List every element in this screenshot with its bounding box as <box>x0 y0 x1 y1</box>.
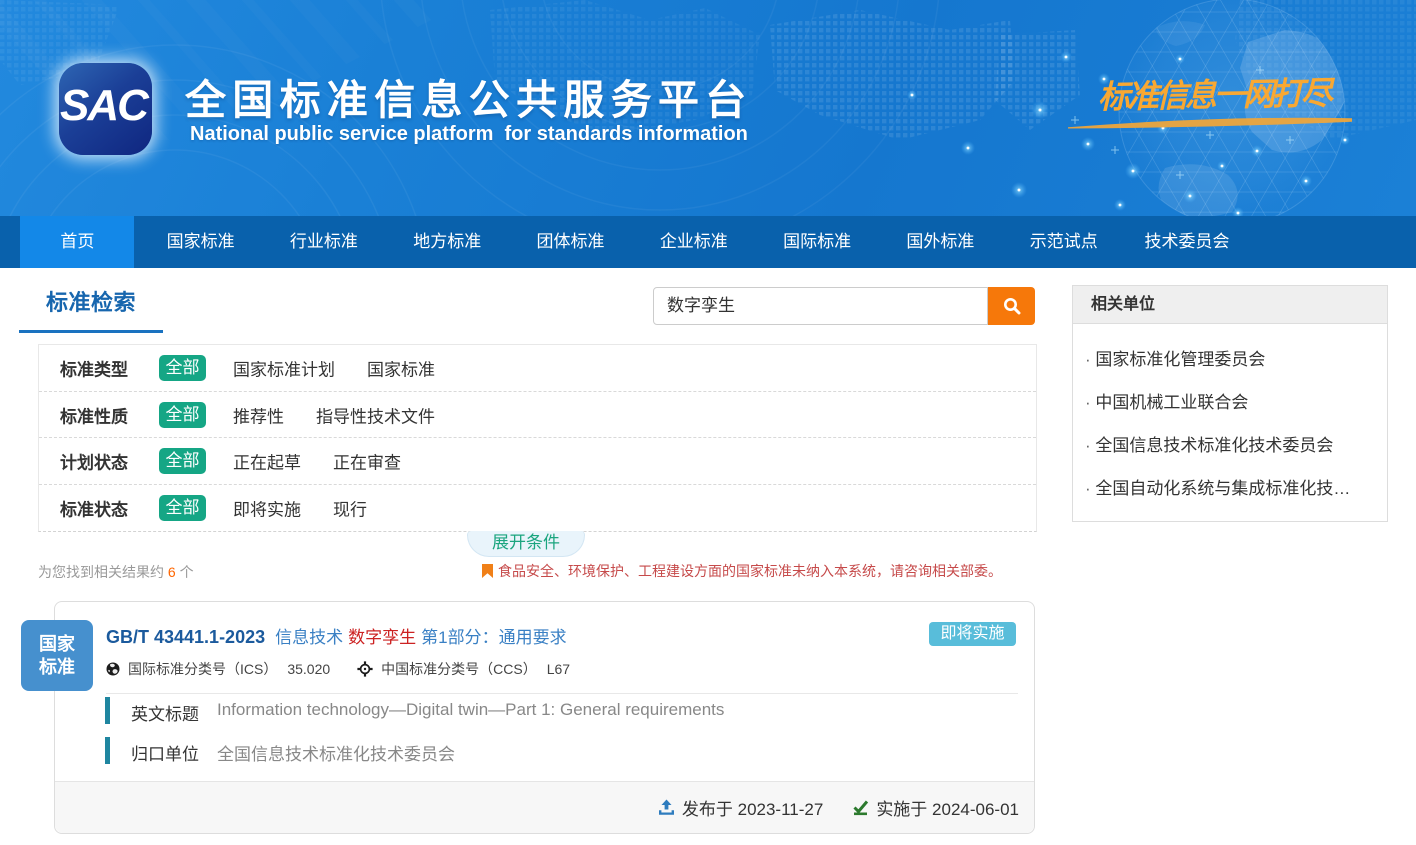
svg-text:标准信息一网打尽: 标准信息一网打尽 <box>1097 75 1336 115</box>
